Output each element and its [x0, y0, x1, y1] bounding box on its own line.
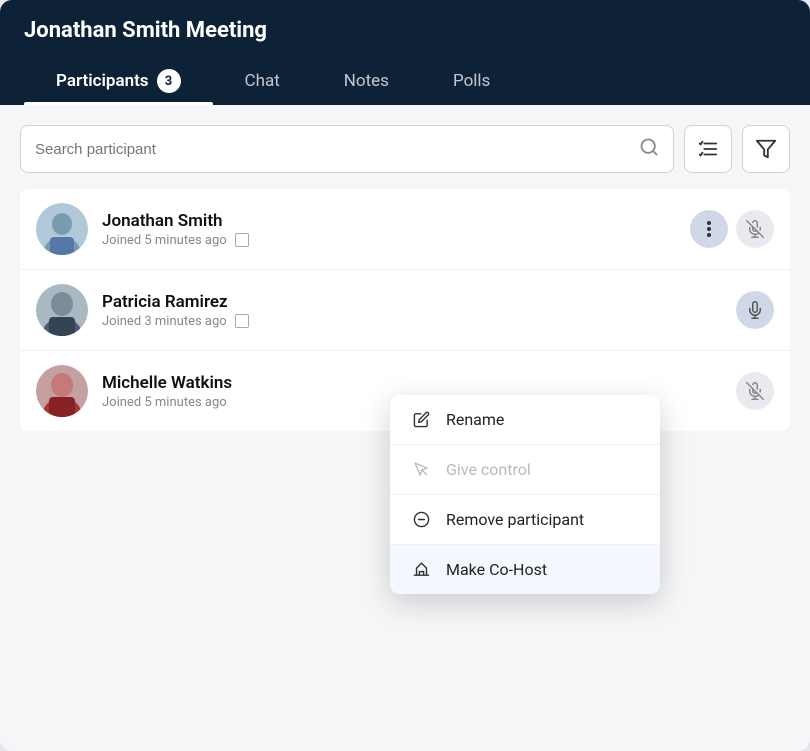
- search-icon: [639, 137, 659, 162]
- menu-label-remove: Remove participant: [446, 510, 584, 529]
- search-row: [20, 125, 790, 173]
- participant-row: Patricia Ramirez Joined 3 minutes ago: [20, 270, 790, 351]
- tab-polls[interactable]: Polls: [421, 57, 522, 105]
- participant-info-patricia: Patricia Ramirez Joined 3 minutes ago: [102, 292, 736, 329]
- pencil-icon: [410, 411, 432, 428]
- avatar-patricia: [36, 284, 88, 336]
- participant-actions-jonathan: [690, 210, 774, 248]
- meeting-title: Jonathan Smith Meeting: [24, 18, 786, 43]
- crown-icon: [410, 561, 432, 578]
- menu-item-make-cohost[interactable]: Make Co-Host: [390, 545, 660, 594]
- participant-actions-patricia: [736, 291, 774, 329]
- sort-button[interactable]: [684, 125, 732, 173]
- tab-polls-label: Polls: [453, 71, 490, 91]
- participant-name-patricia: Patricia Ramirez: [102, 292, 736, 312]
- menu-item-remove-participant[interactable]: Remove participant: [390, 495, 660, 545]
- tab-notes[interactable]: Notes: [312, 57, 421, 105]
- mute-button-patricia[interactable]: [736, 291, 774, 329]
- app-container: Jonathan Smith Meeting Participants 3 Ch…: [0, 0, 810, 751]
- filter-button[interactable]: [742, 125, 790, 173]
- tab-participants[interactable]: Participants 3: [24, 57, 213, 105]
- search-input[interactable]: [35, 141, 639, 158]
- more-options-button-jonathan[interactable]: [690, 210, 728, 248]
- status-checkbox-jonathan: [235, 233, 249, 247]
- participant-name-michelle: Michelle Watkins: [102, 373, 736, 393]
- avatar-michelle: [36, 365, 88, 417]
- mute-button-jonathan[interactable]: [736, 210, 774, 248]
- status-checkbox-patricia: [235, 314, 249, 328]
- participant-actions-michelle: [736, 372, 774, 410]
- search-wrapper[interactable]: [20, 125, 674, 173]
- tab-bar: Participants 3 Chat Notes Polls: [24, 57, 786, 105]
- menu-label-rename: Rename: [446, 410, 504, 429]
- participant-status-patricia: Joined 3 minutes ago: [102, 314, 736, 329]
- participant-status-jonathan: Joined 5 minutes ago: [102, 233, 690, 248]
- context-menu: Rename Give control Remo: [390, 395, 660, 594]
- participants-badge: 3: [157, 69, 181, 93]
- menu-item-give-control: Give control: [390, 445, 660, 495]
- header: Jonathan Smith Meeting Participants 3 Ch…: [0, 0, 810, 105]
- minus-circle-icon: [410, 511, 432, 528]
- main-content: Jonathan Smith Joined 5 minutes ago: [0, 105, 810, 751]
- tab-notes-label: Notes: [344, 71, 389, 91]
- cursor-icon: [410, 461, 432, 478]
- tab-participants-label: Participants: [56, 71, 149, 91]
- tab-chat-label: Chat: [245, 71, 280, 91]
- mute-button-michelle[interactable]: [736, 372, 774, 410]
- tab-chat[interactable]: Chat: [213, 57, 312, 105]
- participant-row: Jonathan Smith Joined 5 minutes ago: [20, 189, 790, 270]
- avatar-jonathan: [36, 203, 88, 255]
- participant-info-jonathan: Jonathan Smith Joined 5 minutes ago: [102, 211, 690, 248]
- participant-name-jonathan: Jonathan Smith: [102, 211, 690, 231]
- menu-label-cohost: Make Co-Host: [446, 560, 547, 579]
- menu-item-rename[interactable]: Rename: [390, 395, 660, 445]
- menu-label-give-control: Give control: [446, 460, 531, 479]
